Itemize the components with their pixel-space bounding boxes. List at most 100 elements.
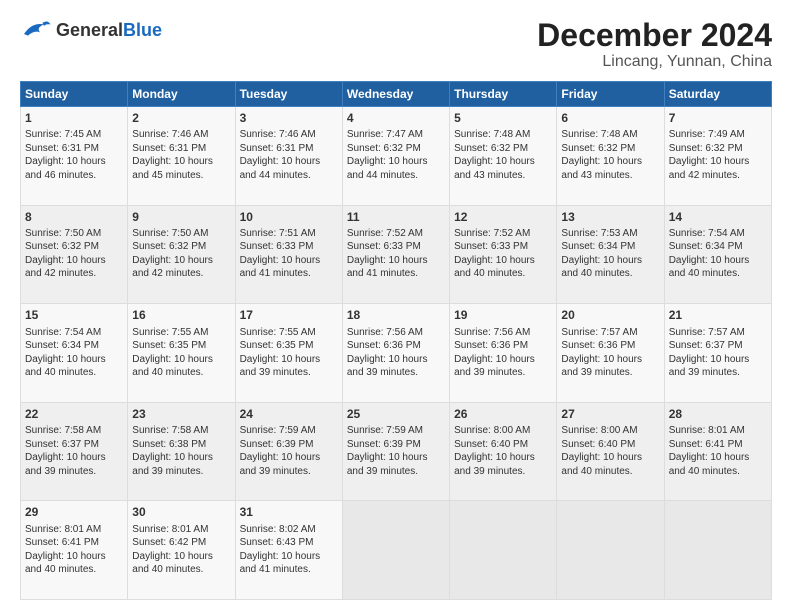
logo-text: GeneralBlue — [56, 20, 162, 40]
day-number: 6 — [561, 110, 659, 126]
daylight-label: Daylight: 10 hours and 45 minutes. — [132, 156, 213, 181]
calendar-cell: 13Sunrise: 7:53 AMSunset: 6:34 PMDayligh… — [557, 205, 664, 304]
calendar-cell: 19Sunrise: 7:56 AMSunset: 6:36 PMDayligh… — [450, 304, 557, 403]
sunrise-text: Sunrise: 7:47 AM — [347, 129, 423, 140]
calendar-cell: 26Sunrise: 8:00 AMSunset: 6:40 PMDayligh… — [450, 402, 557, 501]
day-number: 29 — [25, 504, 123, 520]
sunset-text: Sunset: 6:33 PM — [454, 241, 528, 252]
calendar-row-3: 15Sunrise: 7:54 AMSunset: 6:34 PMDayligh… — [21, 304, 772, 403]
calendar-cell: 25Sunrise: 7:59 AMSunset: 6:39 PMDayligh… — [342, 402, 449, 501]
sunset-text: Sunset: 6:43 PM — [240, 537, 314, 548]
sunset-text: Sunset: 6:35 PM — [132, 340, 206, 351]
logo: GeneralBlue — [20, 18, 162, 42]
sunset-text: Sunset: 6:34 PM — [669, 241, 743, 252]
sunrise-text: Sunrise: 8:01 AM — [132, 524, 208, 535]
daylight-label: Daylight: 10 hours and 40 minutes. — [25, 551, 106, 576]
sunset-text: Sunset: 6:35 PM — [240, 340, 314, 351]
sunrise-text: Sunrise: 8:00 AM — [561, 425, 637, 436]
sunrise-text: Sunrise: 7:50 AM — [25, 228, 101, 239]
daylight-label: Daylight: 10 hours and 40 minutes. — [669, 255, 750, 280]
sunset-text: Sunset: 6:42 PM — [132, 537, 206, 548]
calendar-cell: 17 Sunrise: 7:55 AM Sunset: 6:35 PM Dayligh… — [235, 304, 342, 403]
daylight-label: Daylight: 10 hours and 39 minutes. — [25, 452, 106, 477]
calendar-cell: 24Sunrise: 7:59 AMSunset: 6:39 PMDayligh… — [235, 402, 342, 501]
day-number: 11 — [347, 209, 445, 225]
calendar-cell: 29Sunrise: 8:01 AMSunset: 6:41 PMDayligh… — [21, 501, 128, 600]
calendar-cell: 1Sunrise: 7:45 AMSunset: 6:31 PMDaylight… — [21, 107, 128, 206]
daylight-label: Daylight: 10 hours and 46 minutes. — [25, 156, 106, 181]
daylight-label: Daylight: 10 hours and 39 minutes. — [454, 354, 535, 379]
day-number: 27 — [561, 406, 659, 422]
calendar-cell: 3Sunrise: 7:46 AMSunset: 6:31 PMDaylight… — [235, 107, 342, 206]
day-number: 15 — [25, 307, 123, 323]
calendar-cell: 16Sunrise: 7:55 AMSunset: 6:35 PMDayligh… — [128, 304, 235, 403]
daylight-label: Daylight: 10 hours and 41 minutes. — [240, 255, 321, 280]
col-header-thursday: Thursday — [450, 82, 557, 107]
sunset-text: Sunset: 6:32 PM — [561, 143, 635, 154]
day-number: 5 — [454, 110, 552, 126]
calendar-cell: 8Sunrise: 7:50 AMSunset: 6:32 PMDaylight… — [21, 205, 128, 304]
sunrise-text: Sunrise: 7:51 AM — [240, 228, 316, 239]
calendar-cell: 21Sunrise: 7:57 AMSunset: 6:37 PMDayligh… — [664, 304, 771, 403]
daylight-label: Daylight: 10 hours and 40 minutes. — [132, 551, 213, 576]
sunrise-text: Sunrise: 7:53 AM — [561, 228, 637, 239]
daylight-label: Daylight: 10 hours and 39 minutes. — [132, 452, 213, 477]
day-number: 3 — [240, 110, 338, 126]
sunrise-text: Sunrise: 8:01 AM — [25, 524, 101, 535]
calendar-cell: 18Sunrise: 7:56 AMSunset: 6:36 PMDayligh… — [342, 304, 449, 403]
sunrise-text: Sunrise: 8:02 AM — [240, 524, 316, 535]
daylight-label: Daylight: 10 hours and 43 minutes. — [454, 156, 535, 181]
daylight-label: Daylight: 10 hours and 39 minutes. — [347, 354, 428, 379]
sunrise-text: Sunrise: 7:55 AM — [240, 327, 316, 338]
day-number: 4 — [347, 110, 445, 126]
daylight-label: Daylight: 10 hours and 40 minutes. — [454, 255, 535, 280]
page: GeneralBlue December 2024 Lincang, Yunna… — [0, 0, 792, 612]
calendar-cell: 12 Sunrise: 7:52 AM Sunset: 6:33 PM Dayligh… — [450, 205, 557, 304]
sunset-text: Sunset: 6:32 PM — [669, 143, 743, 154]
calendar-cell: 2Sunrise: 7:46 AMSunset: 6:31 PMDaylight… — [128, 107, 235, 206]
day-number: 2 — [132, 110, 230, 126]
calendar-cell: 22Sunrise: 7:58 AMSunset: 6:37 PMDayligh… — [21, 402, 128, 501]
calendar-cell: 10Sunrise: 7:51 AMSunset: 6:33 PMDayligh… — [235, 205, 342, 304]
header: GeneralBlue December 2024 Lincang, Yunna… — [20, 18, 772, 71]
sunset-text: Sunset: 6:41 PM — [669, 439, 743, 450]
sunrise-text: Sunrise: 7:58 AM — [25, 425, 101, 436]
day-number: 17 — [240, 307, 338, 323]
sunrise-text: Sunrise: 8:00 AM — [454, 425, 530, 436]
sunset-text: Sunset: 6:37 PM — [25, 439, 99, 450]
sunrise-text: Sunrise: 7:52 AM — [454, 228, 530, 239]
calendar-cell: 5Sunrise: 7:48 AMSunset: 6:32 PMDaylight… — [450, 107, 557, 206]
day-number: 12 — [454, 209, 552, 225]
calendar-cell: 30Sunrise: 8:01 AMSunset: 6:42 PMDayligh… — [128, 501, 235, 600]
calendar-cell: 11Sunrise: 7:52 AMSunset: 6:33 PMDayligh… — [342, 205, 449, 304]
sunset-text: Sunset: 6:36 PM — [561, 340, 635, 351]
sunrise-text: Sunrise: 7:56 AM — [347, 327, 423, 338]
calendar-cell: 14Sunrise: 7:54 AMSunset: 6:34 PMDayligh… — [664, 205, 771, 304]
day-number: 28 — [669, 406, 767, 422]
sunrise-text: Sunrise: 8:01 AM — [669, 425, 745, 436]
sunrise-text: Sunrise: 7:46 AM — [240, 129, 316, 140]
col-header-tuesday: Tuesday — [235, 82, 342, 107]
sunset-text: Sunset: 6:39 PM — [240, 439, 314, 450]
daylight-label: Daylight: 10 hours and 40 minutes. — [561, 255, 642, 280]
sunrise-text: Sunrise: 7:46 AM — [132, 129, 208, 140]
title-block: December 2024 Lincang, Yunnan, China — [537, 18, 772, 71]
daylight-label: Daylight: 10 hours and 44 minutes. — [240, 156, 321, 181]
sunrise-text: Sunrise: 7:57 AM — [561, 327, 637, 338]
day-number: 19 — [454, 307, 552, 323]
daylight-label: Daylight: 10 hours and 39 minutes. — [240, 354, 321, 379]
day-number: 26 — [454, 406, 552, 422]
daylight-label: Daylight: 10 hours and 40 minutes. — [669, 452, 750, 477]
location-subtitle: Lincang, Yunnan, China — [537, 53, 772, 71]
col-header-wednesday: Wednesday — [342, 82, 449, 107]
calendar-cell: 31Sunrise: 8:02 AMSunset: 6:43 PMDayligh… — [235, 501, 342, 600]
day-number: 31 — [240, 504, 338, 520]
sunset-text: Sunset: 6:37 PM — [669, 340, 743, 351]
sunrise-text: Sunrise: 7:50 AM — [132, 228, 208, 239]
day-number: 8 — [25, 209, 123, 225]
col-header-sunday: Sunday — [21, 82, 128, 107]
calendar-cell: 28 Sunrise: 8:01 AM Sunset: 6:41 PM Dayligh… — [664, 402, 771, 501]
day-number: 1 — [25, 110, 123, 126]
sunset-text: Sunset: 6:40 PM — [561, 439, 635, 450]
day-number: 20 — [561, 307, 659, 323]
